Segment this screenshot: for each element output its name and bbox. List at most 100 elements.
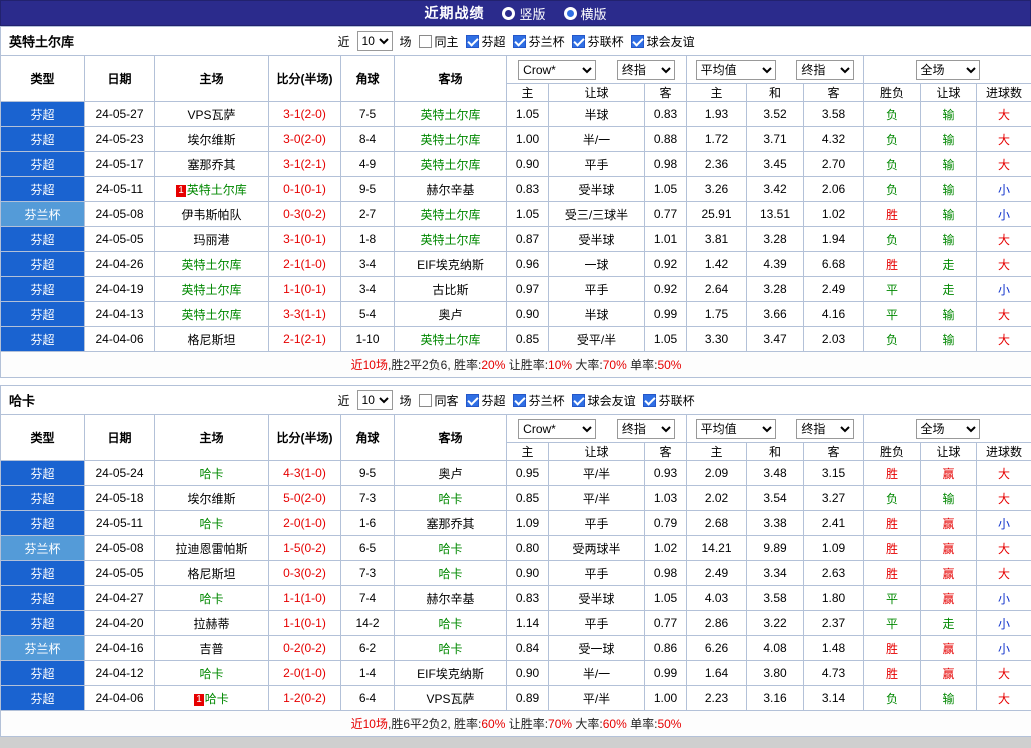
- avg-draw-odds: 3.45: [746, 151, 804, 177]
- score-cell: 3-1(2-0): [268, 101, 341, 127]
- result-winloss: 平: [863, 301, 921, 327]
- league-badge: 芬超: [0, 151, 85, 177]
- same-venue-checkbox[interactable]: 同客: [418, 392, 459, 409]
- checkbox-checked-icon: [571, 393, 585, 407]
- corner-cell: 7-3: [340, 485, 395, 511]
- match-date: 24-05-17: [84, 151, 155, 177]
- handicap-home-odds: 0.90: [506, 560, 549, 586]
- result-winloss: 胜: [863, 460, 921, 486]
- col-header-date: 日期: [84, 55, 155, 102]
- avg-draw-odds: 3.71: [746, 126, 804, 152]
- match-date: 24-05-24: [84, 460, 155, 486]
- final-odds-select-2[interactable]: 终指: [796, 418, 855, 439]
- handicap-group-header: Crow* 终指: [506, 414, 687, 443]
- away-team: EIF埃克纳斯: [394, 660, 507, 686]
- score-cell: 5-0(2-0): [268, 485, 341, 511]
- average-select[interactable]: 平均值: [695, 418, 776, 439]
- home-team-label: 哈卡: [199, 516, 224, 531]
- avg-draw-odds: 4.08: [746, 635, 804, 661]
- home-team-label: 英特土尔库: [186, 182, 247, 197]
- final-odds-select-2[interactable]: 终指: [796, 59, 855, 80]
- league-checkbox-2[interactable]: 芬兰杯: [512, 392, 565, 409]
- final-odds-select[interactable]: 终指: [616, 59, 675, 80]
- league-checkbox-4[interactable]: 芬联杯: [642, 392, 695, 409]
- score-cell: 2-0(1-0): [268, 660, 341, 686]
- result-handicap: 走: [920, 276, 977, 302]
- avg-away-odds: 3.58: [803, 101, 864, 127]
- avg-home-odds: 2.64: [686, 276, 747, 302]
- result-handicap: 赢: [920, 660, 977, 686]
- handicap-away-odds: 1.05: [644, 326, 687, 352]
- subcol-away-odds: 客: [644, 83, 687, 102]
- match-row: 芬超 24-04-06 格尼斯坦 2-1(2-1) 1-10 英特土尔库 0.85 受平/半 1…: [0, 326, 1031, 352]
- match-count-select[interactable]: 10: [356, 31, 393, 51]
- score-cell: 2-1(1-0): [268, 251, 341, 277]
- radio-vertical-label: 竖版: [519, 6, 546, 22]
- result-handicap: 输: [920, 226, 977, 252]
- fulltime-group-header: 全场: [862, 414, 1031, 443]
- score-cell: 3-1(0-1): [268, 226, 341, 252]
- home-team: VPS瓦萨: [154, 101, 269, 127]
- subcol-away-odds: 客: [644, 442, 687, 461]
- handicap-line: 平手: [548, 151, 645, 177]
- match-date: 24-05-05: [84, 560, 155, 586]
- league-checkbox-label: 球会友谊: [646, 34, 695, 49]
- match-row: 芬超 24-05-27 VPS瓦萨 3-1(2-0) 7-5 英特土尔库 1.05 半球 0.8…: [0, 101, 1031, 127]
- average-select[interactable]: 平均值: [695, 59, 776, 80]
- bookmaker-select[interactable]: Crow*: [518, 59, 597, 80]
- checkbox-unchecked-icon: [418, 393, 432, 407]
- summary-segment: 60%: [481, 717, 506, 731]
- layout-radio-vertical[interactable]: 竖版: [502, 4, 546, 23]
- avg-draw-odds: 3.48: [746, 460, 804, 486]
- handicap-home-odds: 0.97: [506, 276, 549, 302]
- league-badge: 芬兰杯: [0, 535, 85, 561]
- corner-cell: 7-4: [340, 585, 395, 611]
- same-venue-checkbox[interactable]: 同主: [418, 33, 459, 50]
- avg-home-odds: 14.21: [686, 535, 747, 561]
- subcol-avg-draw: 和: [746, 442, 804, 461]
- avg-home-odds: 1.75: [686, 301, 747, 327]
- handicap-line: 半/一: [548, 126, 645, 152]
- subcol-avg-home: 主: [686, 442, 747, 461]
- avg-home-odds: 4.03: [686, 585, 747, 611]
- match-count-select[interactable]: 10: [356, 390, 393, 410]
- result-goals: 小: [975, 585, 1031, 611]
- avg-home-odds: 6.26: [686, 635, 747, 661]
- league-checkbox-2[interactable]: 芬兰杯: [512, 33, 565, 50]
- home-team: 哈卡: [154, 510, 269, 536]
- handicap-line: 受半球: [548, 585, 645, 611]
- col-header-home: 主场: [154, 414, 269, 461]
- league-checkbox-3[interactable]: 芬联杯: [571, 33, 624, 50]
- league-checkbox-1[interactable]: 芬超: [465, 33, 506, 50]
- handicap-away-odds: 1.00: [644, 685, 687, 711]
- result-goals: 小: [975, 635, 1031, 661]
- final-odds-select[interactable]: 终指: [616, 418, 675, 439]
- fulltime-select[interactable]: 全场: [915, 418, 980, 439]
- away-team: 赫尔辛基: [394, 585, 507, 611]
- match-date: 24-05-18: [84, 485, 155, 511]
- score-cell: 1-2(0-2): [268, 685, 341, 711]
- fulltime-select[interactable]: 全场: [915, 59, 980, 80]
- league-checkbox-1[interactable]: 芬超: [465, 392, 506, 409]
- home-team: 哈卡: [154, 660, 269, 686]
- match-date: 24-05-27: [84, 101, 155, 127]
- league-checkbox-label: 芬超: [481, 34, 506, 49]
- avg-draw-odds: 3.28: [746, 226, 804, 252]
- summary-segment: 近10场: [350, 358, 388, 372]
- league-checkbox-label: 芬联杯: [658, 393, 695, 408]
- layout-radio-horizontal[interactable]: 横版: [563, 4, 607, 23]
- bookmaker-select[interactable]: Crow*: [518, 418, 597, 439]
- handicap-home-odds: 0.95: [506, 460, 549, 486]
- avg-draw-odds: 3.52: [746, 101, 804, 127]
- games-label: 场: [399, 34, 412, 49]
- match-row: 芬超 24-05-23 埃尔维斯 3-0(2-0) 8-4 英特土尔库 1.00 半/一 0.8…: [0, 126, 1031, 152]
- match-row: 芬超 24-05-11 1 英特土尔库 0-1(0-1) 9-5 赫尔辛基 0.83 受半球 1.…: [0, 176, 1031, 202]
- avg-draw-odds: 3.54: [746, 485, 804, 511]
- league-checkbox-4[interactable]: 球会友谊: [630, 33, 695, 50]
- league-checkbox-3[interactable]: 球会友谊: [571, 392, 636, 409]
- league-badge: 芬超: [0, 326, 85, 352]
- result-winloss: 胜: [863, 251, 921, 277]
- home-team-label: 拉迪恩雷帕斯: [175, 541, 248, 556]
- avg-draw-odds: 3.38: [746, 510, 804, 536]
- avg-draw-odds: 3.16: [746, 685, 804, 711]
